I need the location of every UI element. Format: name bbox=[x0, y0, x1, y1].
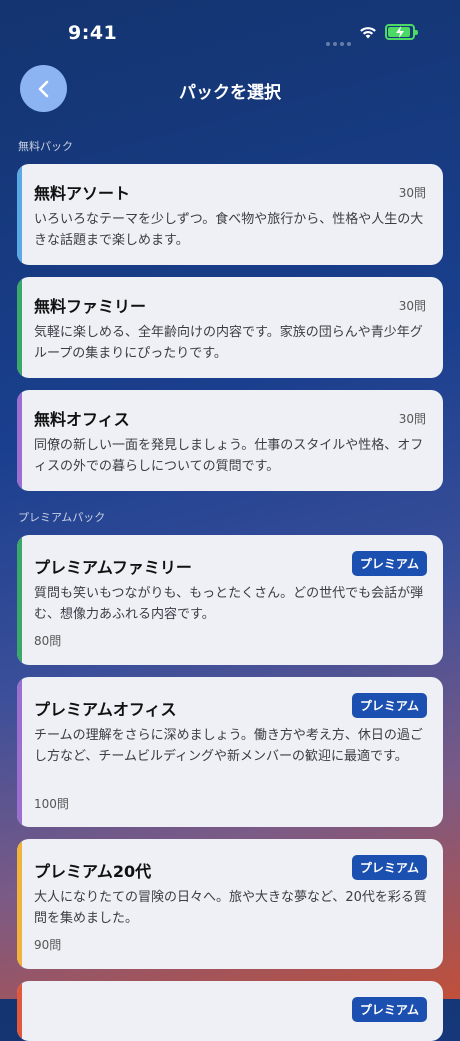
pack-title: プレミアムオフィス bbox=[34, 700, 177, 719]
pack-description: チームの理解をさらに深めましょう。働き方や考え方、休日の過ごし方など、チームビル… bbox=[34, 728, 423, 764]
pack-description: 大人になりたての冒険の日々へ。旅や大きな夢など、20代を彩る質問を集めました。 bbox=[34, 890, 427, 926]
status-time: 9:41 bbox=[68, 22, 118, 44]
pack-card-free-office[interactable]: 無料オフィス 30問 同僚の新しい一面を発見しましょう。仕事のスタイルや性格、オ… bbox=[17, 390, 443, 491]
pack-card-premium-partial[interactable]: プレミアム bbox=[17, 981, 443, 1041]
pack-card-premium-office[interactable]: プレミアムオフィス プレミアム チームの理解をさらに深めましょう。働き方や考え方… bbox=[17, 677, 443, 827]
pack-card-free-assort[interactable]: 無料アソート 30問 いろいろなテーマを少しずつ。食べ物や旅行から、性格や人生の… bbox=[17, 164, 443, 265]
pack-question-count: 80問 bbox=[34, 634, 62, 648]
pack-question-count: 90問 bbox=[34, 938, 62, 952]
section-label-premium: プレミアムパック bbox=[18, 511, 106, 524]
pack-question-count: 30問 bbox=[398, 186, 426, 200]
pack-question-count: 100問 bbox=[34, 797, 69, 811]
pack-title: 無料アソート bbox=[34, 184, 131, 203]
pack-question-count: 30問 bbox=[398, 412, 426, 426]
pack-description: 同僚の新しい一面を発見しましょう。仕事のスタイルや性格、オフィスの外での暮らしに… bbox=[34, 438, 424, 474]
premium-badge: プレミアム bbox=[351, 855, 427, 880]
pack-description: いろいろなテーマを少しずつ。食べ物や旅行から、性格や人生の大きな話題まで楽しめま… bbox=[34, 212, 424, 248]
pack-description: 気軽に楽しめる、全年齢向けの内容です。家族の団らんや青少年グループの集まりにぴっ… bbox=[34, 325, 423, 361]
pack-title: 無料オフィス bbox=[34, 410, 130, 429]
pack-description: 質問も笑いもつながりも、もっとたくさん。どの世代でも会話が弾む、想像力あふれる内… bbox=[34, 586, 424, 622]
pack-title: 無料ファミリー bbox=[34, 297, 147, 316]
pack-card-premium-20s[interactable]: プレミアム20代 プレミアム 大人になりたての冒険の日々へ。旅や大きな夢など、2… bbox=[17, 839, 443, 969]
section-label-free: 無料パック bbox=[18, 140, 73, 153]
status-bar: 9:41 bbox=[0, 0, 460, 64]
pack-question-count: 30問 bbox=[398, 299, 426, 313]
battery-icon bbox=[385, 24, 418, 40]
pack-title: プレミアムファミリー bbox=[34, 558, 192, 577]
premium-badge: プレミアム bbox=[351, 693, 427, 718]
premium-badge: プレミアム bbox=[351, 551, 427, 576]
wifi-icon bbox=[360, 27, 376, 39]
signal-icon bbox=[326, 31, 354, 46]
pack-card-premium-family[interactable]: プレミアムファミリー プレミアム 質問も笑いもつながりも、もっとたくさん。どの世… bbox=[17, 535, 443, 665]
pack-title: プレミアム20代 bbox=[34, 862, 152, 881]
pack-card-free-family[interactable]: 無料ファミリー 30問 気軽に楽しめる、全年齢向けの内容です。家族の団らんや青少… bbox=[17, 277, 443, 378]
page-title: パックを選択 bbox=[179, 83, 281, 103]
premium-badge: プレミアム bbox=[351, 997, 427, 1022]
